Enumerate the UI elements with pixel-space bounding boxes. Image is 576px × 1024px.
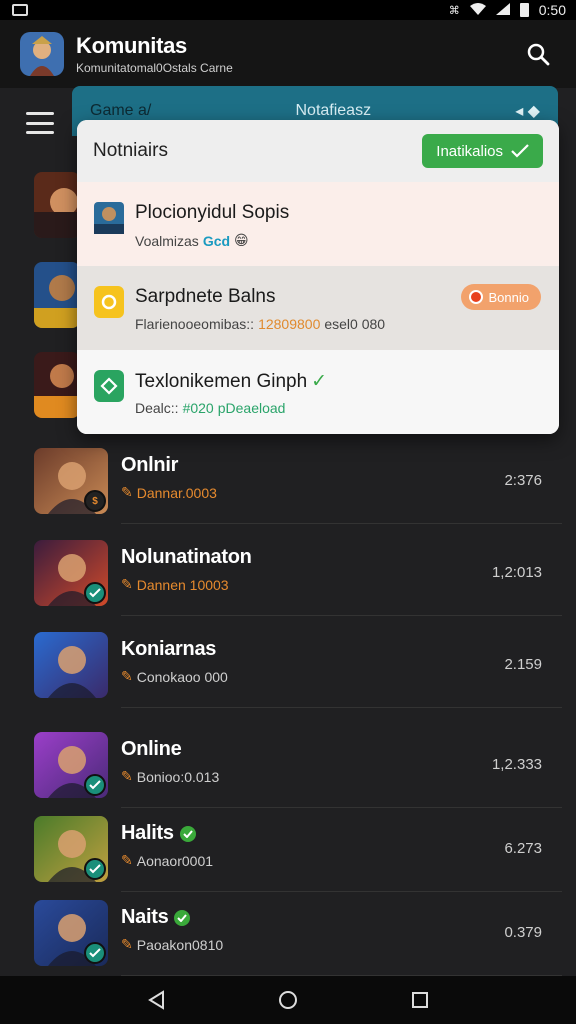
recents-icon — [412, 992, 428, 1008]
smiley-icon: 😁 — [234, 232, 249, 248]
home-icon — [279, 991, 297, 1009]
notification-item[interactable]: Plocionyidul Sopis Voalmizas Gcd 😁 — [77, 182, 559, 266]
game-title: Naits — [121, 906, 169, 928]
system-nav-bar — [0, 976, 576, 1024]
game-meta: Aonaor0001 — [136, 852, 214, 869]
pen-icon: ✎ — [121, 668, 133, 684]
tab-game[interactable]: Game a/ — [90, 102, 151, 120]
coin-icon: $ — [84, 490, 106, 512]
verified-icon — [84, 582, 106, 604]
tab-notifications[interactable]: Notafieasz — [295, 102, 371, 120]
recents-button[interactable] — [408, 988, 432, 1012]
pen-icon: ✎ — [121, 768, 133, 784]
game-thumbnail[interactable] — [34, 262, 80, 328]
game-title: Koniarnas — [121, 638, 217, 660]
game-row[interactable]: Halits ✎ Aonaor0001 6.273 — [0, 806, 576, 892]
game-thumbnail[interactable] — [34, 816, 108, 882]
app-bar: Komunitas Komunitatomal0Ostals Carne — [0, 20, 576, 88]
game-thumbnail[interactable] — [34, 352, 80, 418]
game-row[interactable]: Nolunatinaton ✎ Dannen 10003 1,2:013 — [0, 530, 576, 616]
divider — [121, 523, 562, 524]
game-title: Halits — [121, 822, 174, 844]
mark-all-button[interactable]: Inatikalios — [422, 134, 543, 168]
game-thumbnail[interactable] — [34, 172, 80, 238]
screenshot-icon — [12, 4, 28, 16]
battery-icon — [519, 3, 529, 17]
back-button[interactable] — [144, 988, 168, 1012]
back-icon — [148, 990, 164, 1010]
game-row[interactable]: Naits ✎ Paoakon0810 0.379 — [0, 890, 576, 976]
game-meta: Paoakon0810 — [136, 936, 224, 953]
pen-icon: ✎ — [121, 936, 133, 952]
game-thumbnail[interactable] — [34, 632, 108, 698]
pen-icon: ✎ — [121, 576, 133, 592]
panel-title: Notniairs — [93, 140, 168, 161]
shield-check-icon — [94, 370, 124, 402]
vibrate-icon: ⌘ — [448, 4, 460, 17]
wifi-icon — [469, 2, 486, 18]
search-button[interactable] — [520, 36, 556, 72]
pen-icon: ✎ — [121, 852, 133, 868]
player-count: 1,2.333 — [491, 756, 542, 773]
home-button[interactable] — [276, 988, 300, 1012]
divider — [121, 707, 562, 708]
game-title: Onlnir — [121, 454, 179, 476]
notification-panel: Notniairs Inatikalios Plocionyidul Sopis… — [77, 120, 559, 434]
game-row[interactable]: $ Onlnir ✎ Dannar.0003 2:376 — [0, 438, 576, 524]
game-meta: Dannen 10003 — [136, 576, 229, 593]
check-icon — [511, 144, 529, 158]
leaf-icon: ✓ — [311, 371, 328, 392]
verified-icon — [84, 942, 106, 964]
game-row[interactable]: Online ✎ Bonioo:0.013 1,2.333 — [0, 722, 576, 808]
game-thumbnail[interactable] — [34, 732, 108, 798]
divider — [121, 615, 562, 616]
player-count: 2.159 — [504, 656, 542, 673]
search-icon — [527, 43, 550, 66]
game-thumbnail[interactable]: $ — [34, 448, 108, 514]
game-title: Online — [121, 738, 182, 760]
more-icon[interactable]: ◂ ◆ — [515, 101, 540, 121]
game-title: Nolunatinaton — [121, 546, 252, 568]
verified-icon — [84, 774, 106, 796]
app-logo-icon — [20, 32, 64, 76]
game-row[interactable]: Koniarnas ✎ Conokaoo 000 2.159 — [0, 622, 576, 708]
menu-icon[interactable] — [26, 112, 54, 134]
game-meta: Dannar.0003 — [136, 484, 217, 501]
verified-icon — [84, 858, 106, 880]
player-count: 0.379 — [504, 924, 542, 941]
record-icon — [468, 290, 483, 304]
pen-icon: ✎ — [121, 484, 133, 500]
status-bar: ⌘ 0:50 — [0, 0, 576, 20]
notification-item[interactable]: Sarpdnete Balns Flarienooeomibas:: 12809… — [77, 266, 559, 350]
player-count: 1,2:013 — [491, 564, 542, 581]
game-meta: Bonioo:0.013 — [136, 768, 220, 785]
verified-check-icon — [174, 909, 191, 926]
signal-icon — [495, 2, 510, 18]
game-thumbnail[interactable] — [34, 900, 108, 966]
bonus-badge[interactable]: Bonnio — [460, 284, 541, 310]
app-subtitle: Komunitatomal0Ostals Carne — [76, 61, 233, 75]
notification-item[interactable]: Texlonikemen Ginph ✓ Dealc:: #020 pDeael… — [77, 350, 559, 434]
app-title: Komunitas — [76, 33, 187, 58]
game-meta: Conokaoo 000 — [136, 668, 228, 685]
verified-check-icon — [179, 825, 196, 842]
status-time: 0:50 — [538, 2, 566, 18]
player-count: 2:376 — [504, 472, 542, 489]
game-thumb-icon — [94, 202, 124, 234]
game-thumbnail[interactable] — [34, 540, 108, 606]
player-count: 6.273 — [504, 840, 542, 857]
sun-icon — [94, 286, 124, 318]
